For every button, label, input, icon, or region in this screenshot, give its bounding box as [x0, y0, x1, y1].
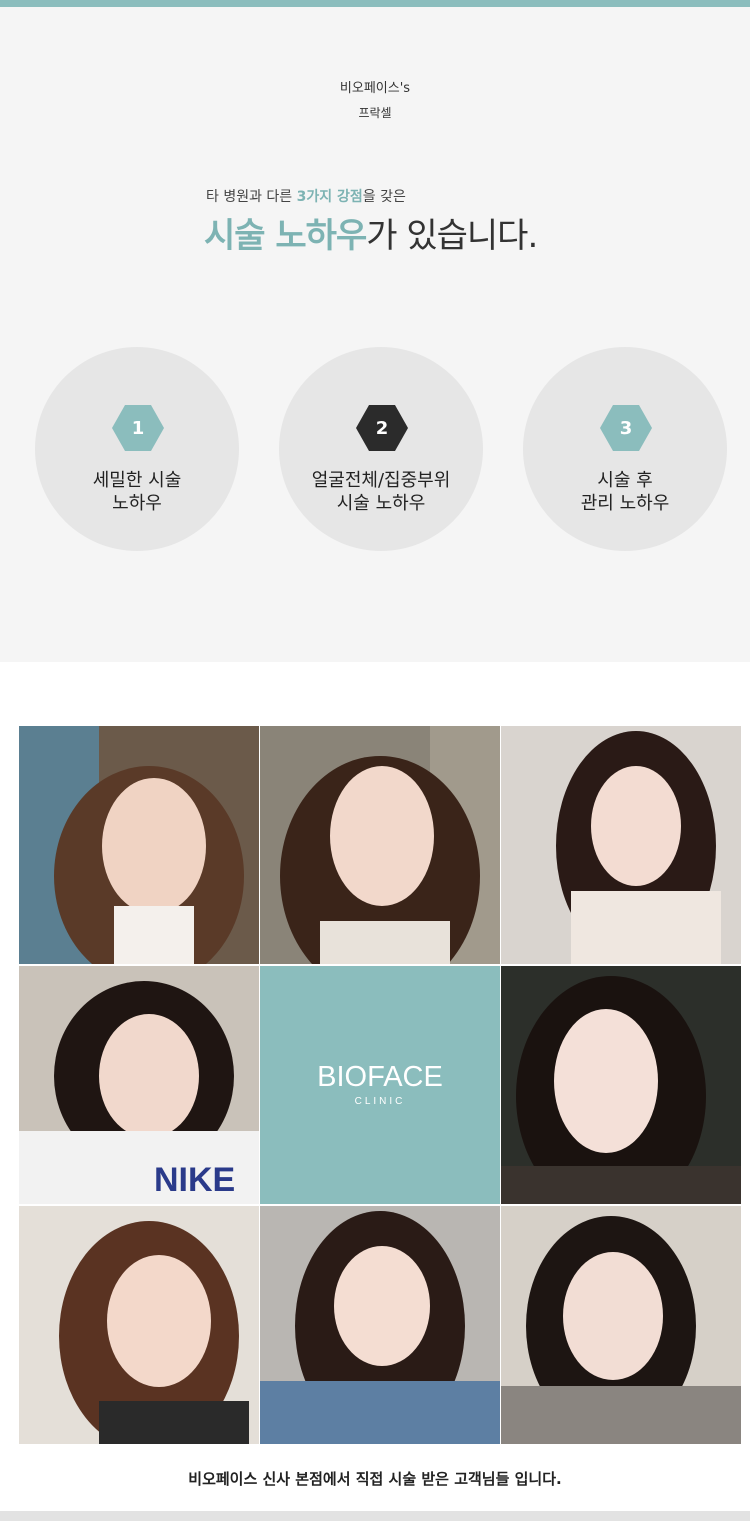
customer-photo [501, 966, 741, 1204]
brand-title: 비오페이스's [339, 81, 411, 96]
hexagon-badge-3: 3 [600, 405, 652, 451]
feature-label-2-line1: 얼굴전체/집중부위 [311, 470, 451, 491]
feature-label-1-line1: 세밀한 시술 [92, 470, 182, 491]
bioface-clinic-logo: BIOFACE CLINIC [260, 966, 500, 1204]
top-accent-bar [0, 0, 750, 7]
logo-subtext: CLINIC [354, 1096, 406, 1107]
customer-photo [260, 726, 500, 964]
customer-photo: NIKE [19, 966, 259, 1204]
gallery-caption: 비오페이스 신사 본점에서 직접 시술 받은 고객님들 입니다. [188, 1470, 562, 1488]
feature-circle-1: 1 세밀한 시술 노하우 [35, 347, 239, 551]
feature-label-3-line2: 관리 노하우 [580, 493, 670, 514]
feature-circle-3: 3 시술 후 관리 노하우 [523, 347, 727, 551]
headline-post: 가 있습니다. [366, 216, 538, 256]
customer-photo [19, 726, 259, 964]
intro-post: 을 갖은 [362, 189, 406, 205]
feature-circle-2: 2 얼굴전체/집중부위 시술 노하우 [279, 347, 483, 551]
customer-photo [19, 1206, 259, 1444]
customer-photo-grid: NIKE BIOFACE CLINIC [19, 726, 741, 1444]
intro-pre: 타 병원과 다른 [206, 189, 297, 205]
headline: 시술 노하우가 있습니다. [204, 208, 538, 257]
svg-text:NIKE: NIKE [154, 1161, 235, 1199]
bottom-divider [0, 1511, 750, 1521]
feature-label-2-line2: 시술 노하우 [336, 493, 426, 514]
hexagon-badge-2: 2 [356, 405, 408, 451]
hexagon-badge-1: 1 [112, 405, 164, 451]
headline-highlight: 시술 노하우 [204, 216, 367, 256]
brand-subtitle: 프락셀 [358, 106, 392, 120]
feature-label-2: 얼굴전체/집중부위 시술 노하우 [279, 469, 483, 515]
intro-text: 타 병원과 다른 3가지 강점을 갖은 [206, 186, 406, 206]
feature-label-3: 시술 후 관리 노하우 [523, 469, 727, 515]
feature-label-1: 세밀한 시술 노하우 [35, 469, 239, 515]
customer-photo [501, 1206, 741, 1444]
feature-label-3-line1: 시술 후 [597, 470, 653, 491]
logo-wordmark: BIOFACE [317, 1061, 443, 1093]
feature-label-1-line2: 노하우 [112, 493, 162, 514]
intro-highlight: 3가지 강점 [296, 189, 363, 205]
customer-photo [501, 726, 741, 964]
customer-photo [260, 1206, 500, 1444]
